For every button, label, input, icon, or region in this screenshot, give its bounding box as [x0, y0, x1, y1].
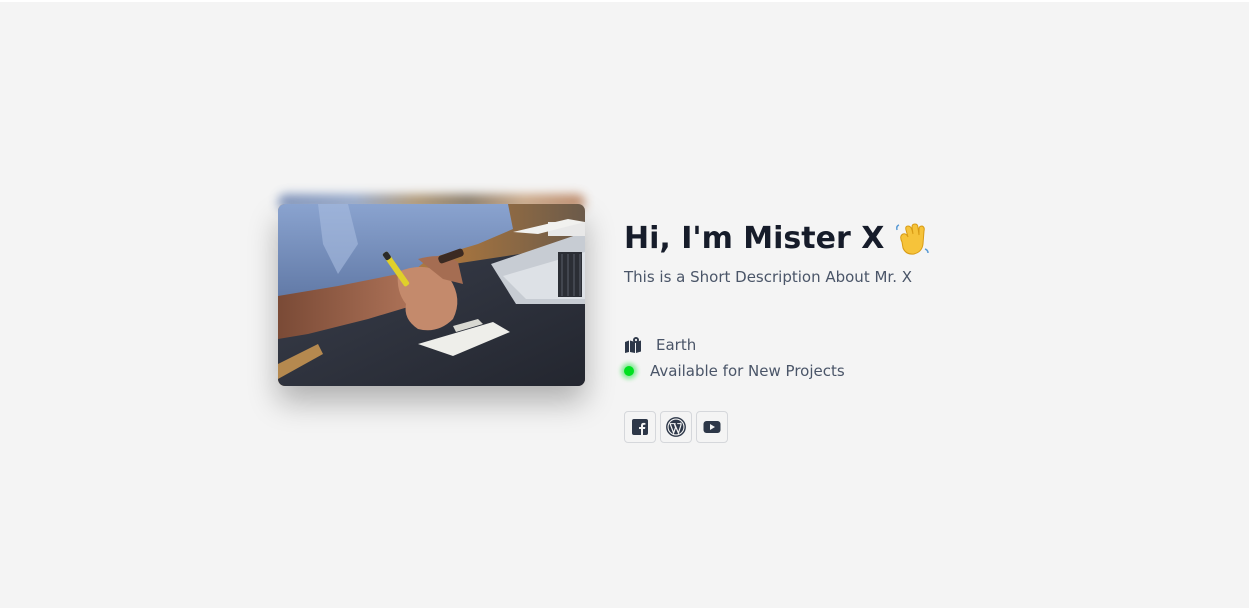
social-links [624, 411, 930, 443]
wordpress-icon [666, 417, 686, 437]
profile-photo-container [278, 194, 585, 386]
short-description: This is a Short Description About Mr. X [624, 268, 913, 286]
page-title: Hi, I'm Mister X [624, 220, 930, 258]
page: Hi, I'm Mister X This is a Short Descrip… [0, 0, 1249, 608]
heading-text: Hi, I'm Mister X [624, 221, 885, 256]
facebook-icon [632, 419, 648, 435]
waving-hand-icon [894, 222, 930, 256]
wordpress-button[interactable] [660, 411, 692, 443]
facebook-button[interactable] [624, 411, 656, 443]
status-indicator [624, 366, 634, 376]
location-row: Earth [624, 332, 930, 358]
map-pin-icon [624, 337, 642, 353]
location-text: Earth [656, 336, 697, 354]
availability-row: Available for New Projects [624, 358, 930, 384]
profile-meta: Earth Available for New Projects [624, 332, 930, 384]
hero-section: Hi, I'm Mister X This is a Short Descrip… [278, 194, 930, 443]
availability-text: Available for New Projects [650, 362, 845, 380]
youtube-button[interactable] [696, 411, 728, 443]
profile-info: Hi, I'm Mister X This is a Short Descrip… [624, 194, 930, 443]
youtube-icon [703, 420, 721, 434]
profile-photo [278, 204, 585, 386]
